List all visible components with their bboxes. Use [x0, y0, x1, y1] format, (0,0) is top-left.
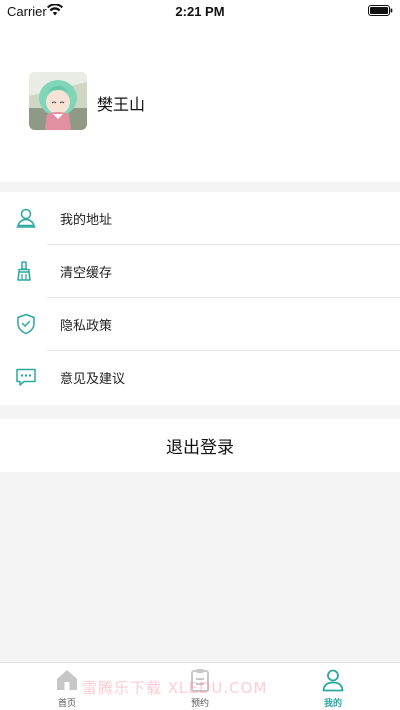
menu-item-label: 清空缓存	[60, 266, 113, 281]
menu-item-label: 隐私政策	[60, 319, 113, 334]
menu-item-label: 我的地址	[60, 213, 113, 228]
settings-menu: 我的地址 清空缓存 隐私政策 意见及建议	[0, 192, 400, 405]
status-time: 2:21 PM	[175, 4, 225, 19]
tab-label: 我的	[323, 699, 342, 709]
logout-label: 退出登录	[166, 438, 234, 458]
avatar[interactable]	[29, 72, 87, 130]
avatar-image	[29, 72, 87, 130]
battery-icon	[368, 5, 393, 16]
profile-header: 樊王山	[0, 22, 400, 182]
menu-item-privacy-policy[interactable]: 隐私政策	[0, 298, 400, 351]
menu-item-address[interactable]: 我的地址	[0, 192, 400, 245]
home-icon	[57, 670, 77, 690]
menu-item-clear-cache[interactable]: 清空缓存	[0, 245, 400, 298]
tab-mine[interactable]: 我的	[293, 663, 373, 710]
username[interactable]: 樊王山	[97, 91, 145, 115]
shield-check-icon	[17, 313, 35, 335]
watermark: 雷腾乐下载 XLEDU.COM	[82, 679, 268, 697]
broom-icon	[17, 261, 31, 281]
status-bar: Carrier 2:21 PM	[0, 0, 400, 22]
user-location-icon	[16, 208, 36, 228]
chat-bubble-icon	[16, 368, 36, 386]
menu-item-feedback[interactable]: 意见及建议	[0, 351, 400, 404]
user-icon	[322, 669, 344, 692]
logout-button[interactable]: 退出登录	[0, 419, 400, 472]
menu-item-label: 意见及建议	[60, 372, 126, 387]
